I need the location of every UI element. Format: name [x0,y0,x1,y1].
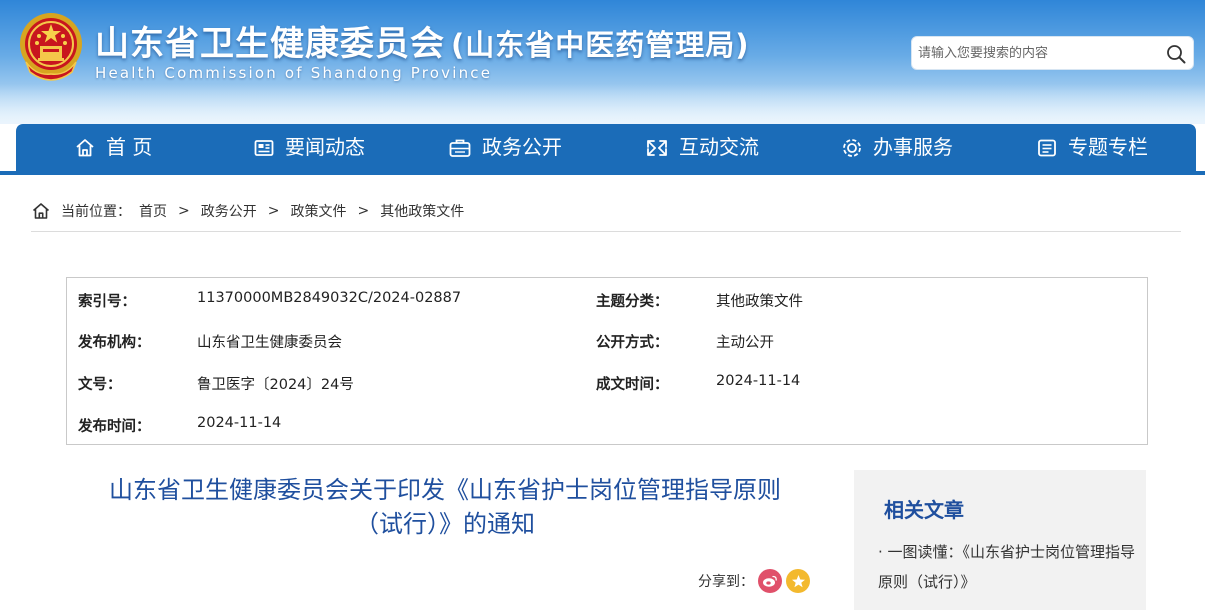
document-number-label: 文号： [78,377,122,393]
created-date-value: 2024-11-14 [716,373,801,389]
category-value: 其他政策文件 [716,294,803,310]
breadcrumb-divider [31,231,1181,232]
breadcrumb-separator: > [357,203,370,219]
published-date-label: 发布时间： [78,419,151,435]
breadcrumb-item-other-policy-files[interactable]: 其他政策文件 [380,201,464,221]
publisher-value: 山东省卫生健康委员会 [197,335,342,351]
share-label: 分享到： [698,574,754,590]
breadcrumb: 当前位置： 首页 > 政务公开 > 政策文件 > 其他政策文件 [31,200,464,222]
category-label: 主题分类： [596,294,669,310]
national-emblem-icon [20,13,82,81]
star-icon [791,574,805,587]
search-box [911,36,1194,70]
weibo-share-button[interactable] [758,569,782,593]
site-title-english: Health Commission of Shandong Province [95,64,493,82]
index-label: 索引号： [78,294,136,310]
breadcrumb-item-policy-files[interactable]: 政策文件 [290,201,346,221]
breadcrumb-item-government-affairs[interactable]: 政务公开 [201,201,257,221]
weibo-icon [763,575,777,587]
search-icon[interactable] [1165,43,1187,65]
article-title: 山东省卫生健康委员会关于印发《山东省护士岗位管理指导原则 （试行）》的通知 [70,473,820,541]
nav-item-label: 要闻动态 [285,135,365,159]
nav-underline [0,171,1205,175]
home-icon [32,203,50,219]
briefcase-icon [449,139,471,157]
exchange-icon [647,139,667,156]
favorite-share-button[interactable] [786,569,810,593]
disclosure-label: 公开方式： [596,335,669,351]
news-icon [254,139,274,156]
site-title-sub: (山东省中医药管理局) [451,28,750,62]
nav-item-label: 互动交流 [679,135,759,159]
published-date-value: 2024-11-14 [197,415,282,431]
disclosure-value: 主动公开 [716,335,774,351]
breadcrumb-separator: > [178,203,190,219]
site-title: 山东省卫生健康委员会 (山东省中医药管理局) [95,16,750,65]
search-input[interactable] [918,43,1153,63]
nav-item-label: 政务公开 [482,135,562,159]
nav-item-interaction[interactable]: 互动交流 [645,124,759,171]
home-icon [76,138,94,156]
nav-item-label: 专题专栏 [1068,135,1148,159]
breadcrumb-separator: > [267,203,280,219]
document-number-value: 鲁卫医字〔2024〕24号 [197,377,354,393]
site-title-main: 山东省卫生健康委员会 [95,24,445,64]
document-meta-table: 索引号： 11370000MB2849032C/2024-02887 主题分类：… [66,277,1148,445]
related-article-link[interactable]: · 一图读懂：《山东省护士岗位管理指导原则（试行）》 [878,537,1146,597]
nav-item-label: 首 页 [106,135,153,159]
nav-item-government-affairs[interactable]: 政务公开 [448,124,562,171]
breadcrumb-item-home[interactable]: 首页 [139,201,167,221]
nav-item-home[interactable]: 首 页 [74,124,152,171]
nav-item-topics[interactable]: 专题专栏 [1036,124,1148,171]
site-header: 山东省卫生健康委员会 (山东省中医药管理局) Health Commission … [0,0,1205,124]
index-value: 11370000MB2849032C/2024-02887 [197,290,462,306]
created-date-label: 成文时间： [596,377,669,393]
nav-item-news[interactable]: 要闻动态 [253,124,365,171]
breadcrumb-label: 当前位置： [61,204,131,220]
topic-icon [1038,139,1056,156]
nav-item-label: 办事服务 [873,135,953,159]
related-articles-panel: 相关文章 · 一图读懂：《山东省护士岗位管理指导原则（试行）》 [854,470,1146,610]
publisher-label: 发布机构： [78,335,151,351]
article-title-line: 山东省卫生健康委员会关于印发《山东省护士岗位管理指导原则 [109,476,781,504]
share-bar: 分享到： [698,569,810,593]
article-title-line: （试行）》的通知 [355,510,535,538]
related-articles-title: 相关文章 [884,498,964,522]
nav-item-services[interactable]: 办事服务 [841,124,953,171]
service-icon [843,138,861,157]
main-nav: 首 页 要闻动态 政务公开 互动交流 办事服务 专题专栏 [16,124,1196,171]
